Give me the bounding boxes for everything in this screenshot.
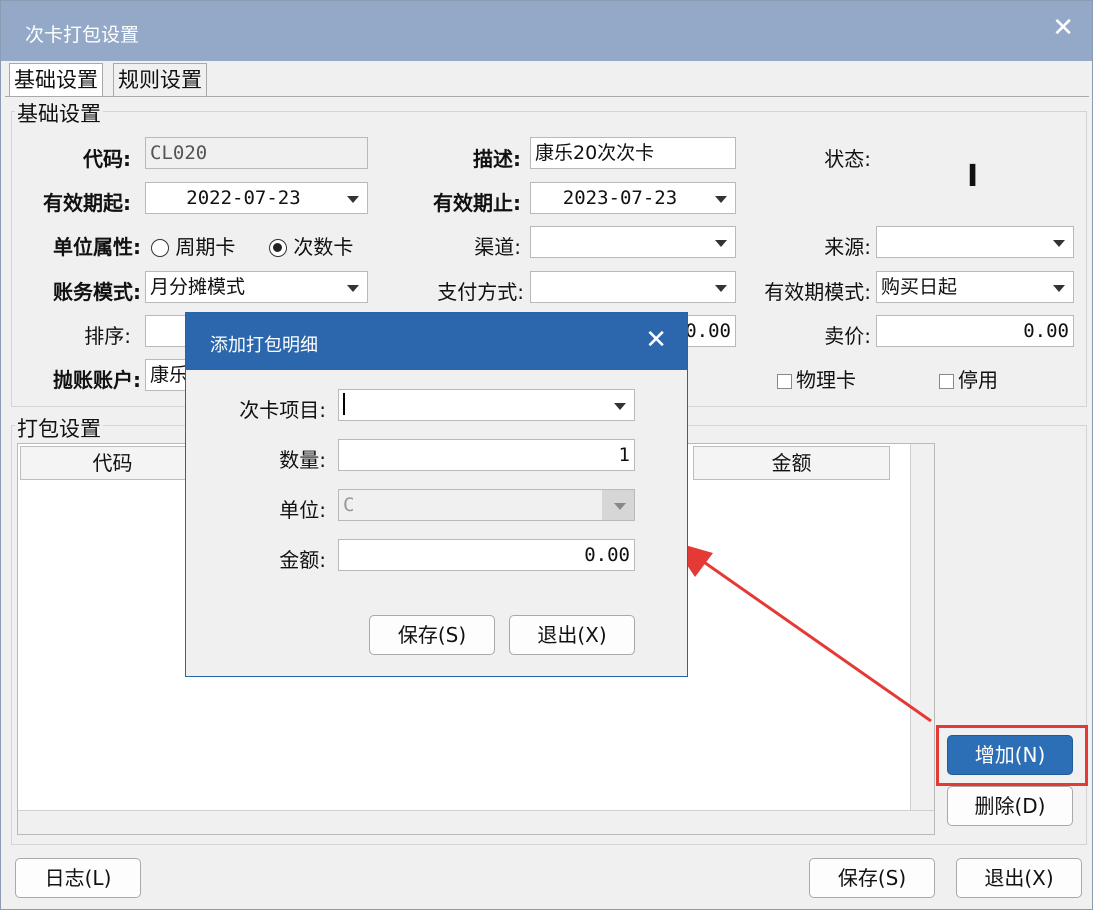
valid-mode-select[interactable]: 购买日起 (876, 271, 1074, 303)
text-cursor (343, 393, 345, 415)
source-label: 来源: (824, 235, 871, 259)
qty-field[interactable]: 1 (338, 439, 635, 471)
source-select[interactable] (876, 226, 1074, 258)
valid-mode-label: 有效期模式: (764, 280, 871, 304)
close-icon[interactable]: ✕ (1052, 13, 1074, 43)
annotation-arrow (671, 541, 932, 723)
price-label: 卖价: (824, 324, 871, 348)
valid-to-value: 2023-07-23 (562, 187, 678, 209)
chevron-down-icon (715, 240, 727, 247)
account-label: 抛账账户: (53, 368, 141, 392)
horizontal-scrollbar[interactable] (18, 810, 934, 834)
account-mode-select[interactable]: 月分摊模式 (145, 271, 368, 303)
valid-from-label: 有效期起: (43, 191, 131, 215)
disabled-label: 停用 (958, 368, 998, 392)
radio-icon (151, 239, 169, 257)
main-window: 次卡打包设置 ✕ 基础设置 规则设置 基础设置 代码: CL020 描述: 康乐… (0, 0, 1093, 910)
chevron-down-icon (1053, 240, 1065, 247)
status-label: 状态: (824, 147, 871, 171)
column-header-code[interactable]: 代码 (20, 446, 205, 480)
code-field[interactable]: CL020 (145, 137, 368, 169)
account-mode-label: 账务模式: (53, 280, 141, 304)
exit-button[interactable]: 退出(X) (956, 858, 1082, 898)
log-button[interactable]: 日志(L) (15, 858, 141, 898)
chevron-down-icon (614, 403, 626, 410)
chevron-down-icon (1053, 285, 1065, 292)
add-button[interactable]: 增加(N) (947, 735, 1073, 775)
physical-card-checkbox[interactable]: 物理卡 (777, 364, 856, 393)
channel-label: 渠道: (474, 235, 521, 259)
window-title: 次卡打包设置 (25, 24, 140, 46)
save-button[interactable]: 保存(S) (809, 858, 935, 898)
title-bar: 次卡打包设置 ✕ (1, 1, 1092, 61)
dialog-save-button[interactable]: 保存(S) (369, 615, 495, 655)
radio-count-card[interactable]: 次数卡 (269, 231, 353, 260)
desc-label: 描述: (473, 147, 521, 171)
account-mode-value: 月分摊模式 (150, 276, 246, 298)
pay-method-select[interactable] (530, 271, 736, 303)
valid-mode-value: 购买日起 (881, 276, 958, 298)
disabled-checkbox[interactable]: 停用 (939, 364, 998, 393)
code-label: 代码: (83, 147, 131, 171)
radio-period-label: 周期卡 (175, 235, 236, 259)
channel-select[interactable] (530, 226, 736, 258)
dialog-title-bar: 添加打包明细 ✕ (186, 313, 687, 370)
unit-attr-label: 单位属性: (53, 235, 141, 259)
unit-label: 单位: (279, 498, 326, 522)
sort-label: 排序: (84, 324, 131, 348)
valid-to-picker[interactable]: 2023-07-23 (530, 182, 736, 214)
dialog-title: 添加打包明细 (210, 335, 318, 356)
valid-from-value: 2022-07-23 (186, 187, 301, 209)
chevron-down-icon (614, 503, 626, 510)
item-label: 次卡项目: (239, 398, 326, 422)
chevron-down-icon (715, 196, 727, 203)
desc-field[interactable]: 康乐20次次卡 (530, 137, 736, 169)
chevron-down-icon (715, 285, 727, 292)
delete-button[interactable]: 删除(D) (947, 786, 1073, 826)
qty-label: 数量: (279, 448, 326, 472)
package-group-title: 打包设置 (15, 413, 103, 443)
close-icon[interactable]: ✕ (645, 325, 667, 355)
tab-basic-settings[interactable]: 基础设置 (9, 63, 103, 97)
checkbox-icon (939, 374, 954, 389)
pay-method-label: 支付方式: (437, 280, 524, 304)
price-field[interactable]: 0.00 (876, 315, 1074, 347)
checkbox-icon (777, 374, 792, 389)
valid-from-picker[interactable]: 2022-07-23 (145, 182, 368, 214)
item-select[interactable] (338, 389, 635, 421)
tab-rule-settings[interactable]: 规则设置 (113, 63, 207, 97)
arrow-line (690, 551, 932, 723)
radio-count-label: 次数卡 (293, 235, 354, 259)
radio-selected-icon (269, 239, 287, 257)
tab-divider (5, 96, 1089, 97)
radio-period-card[interactable]: 周期卡 (151, 231, 235, 260)
valid-to-label: 有效期止: (433, 191, 521, 215)
chevron-down-icon (347, 285, 359, 292)
basic-group-title: 基础设置 (15, 98, 103, 128)
add-package-detail-dialog: 添加打包明细 ✕ 次卡项目: 数量: 1 单位: C 金额: 0.00 保存(S… (185, 312, 688, 677)
dialog-exit-button[interactable]: 退出(X) (509, 615, 635, 655)
physical-card-label: 物理卡 (796, 368, 856, 392)
amount-field[interactable]: 0.00 (338, 539, 635, 571)
chevron-down-icon (347, 196, 359, 203)
amount-label: 金额: (279, 548, 326, 572)
unit-select[interactable]: C (338, 489, 635, 521)
unit-value: C (343, 494, 355, 516)
status-value: I (967, 159, 979, 194)
column-header-amount[interactable]: 金额 (693, 446, 890, 480)
